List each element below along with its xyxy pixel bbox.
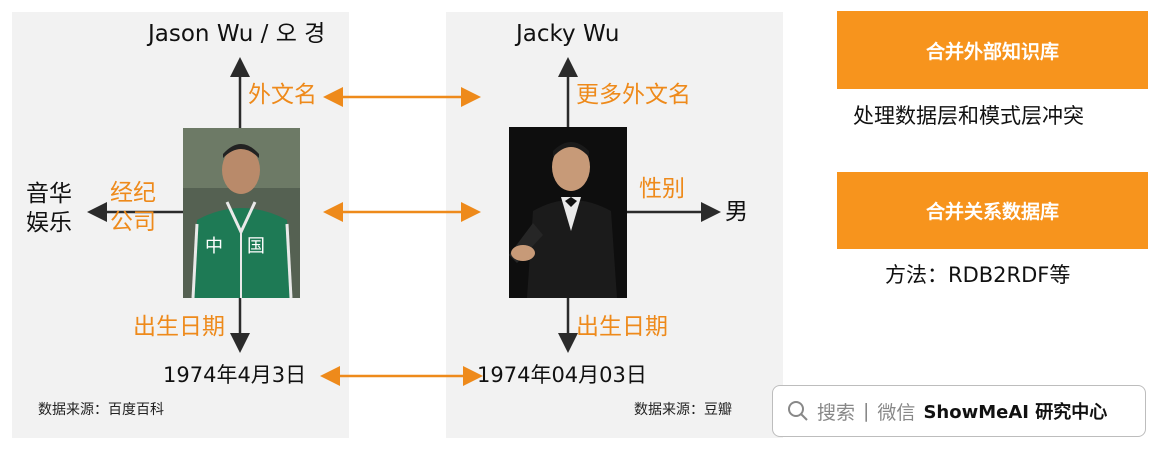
search-icon xyxy=(788,401,808,421)
merge-relational-db-box: 合并关系数据库 xyxy=(837,172,1148,249)
left-relation-birth: 出生日期 xyxy=(133,314,225,340)
watermark-wechat-text: 微信 xyxy=(877,401,916,424)
left-relation-foreign-name: 外文名 xyxy=(248,82,317,108)
watermark-search-text: 搜索 xyxy=(817,401,856,424)
right-relation-more-foreign-names: 更多外文名 xyxy=(576,82,691,108)
showmeai-watermark: 搜索 | 微信 ShowMeAI 研究中心 xyxy=(772,385,1146,437)
person-in-tuxedo-image xyxy=(509,127,627,298)
merge-external-kb-description: 处理数据层和模式层冲突 xyxy=(853,104,1084,128)
left-company-line1: 音华 xyxy=(26,181,72,207)
watermark-brand: ShowMeAI 研究中心 xyxy=(923,402,1108,423)
watermark-separator: | xyxy=(863,400,870,422)
right-person-photo xyxy=(509,127,627,298)
right-data-source: 数据来源：豆瓣 xyxy=(634,402,732,418)
right-gender-value: 男 xyxy=(725,199,748,225)
person-in-green-jacket-image: 中 国 xyxy=(183,128,300,298)
left-relation-company-line1: 经纪 xyxy=(110,180,156,206)
svg-text:国: 国 xyxy=(247,236,265,257)
merge-external-kb-box: 合并外部知识库 xyxy=(837,11,1148,89)
left-entity-name: Jason Wu / 오 경 xyxy=(148,21,326,47)
right-relation-birth: 出生日期 xyxy=(576,314,668,340)
right-entity-name: Jacky Wu xyxy=(516,21,620,47)
left-birth-value: 1974年4月3日 xyxy=(163,363,307,387)
left-person-photo: 中 国 xyxy=(183,128,300,298)
left-data-source: 数据来源：百度百科 xyxy=(38,402,164,418)
merge-relational-db-description: 方法：RDB2RDF等 xyxy=(885,263,1071,287)
left-relation-company-line2: 公司 xyxy=(110,209,156,235)
right-birth-value: 1974年04月03日 xyxy=(477,363,647,387)
svg-text:中: 中 xyxy=(205,236,223,257)
right-relation-gender: 性别 xyxy=(639,176,685,202)
left-company-line2: 娱乐 xyxy=(26,210,72,236)
